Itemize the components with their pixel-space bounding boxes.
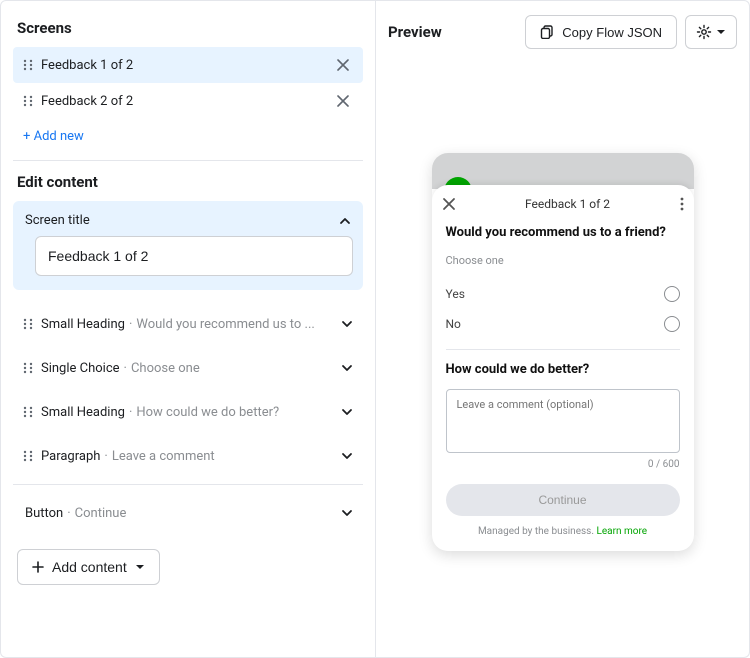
drag-handle-icon[interactable] xyxy=(23,406,33,418)
content-summary: Paragraph · Leave a comment xyxy=(41,449,333,464)
learn-more-link[interactable]: Learn more xyxy=(596,526,647,537)
gear-icon xyxy=(696,24,712,40)
delete-screen-icon[interactable] xyxy=(333,55,353,75)
radio-label: Yes xyxy=(446,287,465,301)
caret-down-icon xyxy=(716,27,726,37)
phone-topbar: Feedback 1 of 2 xyxy=(432,185,694,223)
more-icon[interactable] xyxy=(680,197,684,211)
content-row-button[interactable]: Button · Continue xyxy=(13,491,363,535)
question-heading: How could we do better? xyxy=(446,362,680,377)
dot-separator: · xyxy=(129,317,132,332)
chevron-down-icon xyxy=(341,406,353,418)
phone-title: Feedback 1 of 2 xyxy=(456,197,680,211)
add-screen-button[interactable]: + Add new xyxy=(13,119,363,148)
screen-title-header[interactable]: Screen title xyxy=(23,207,353,236)
drag-handle-icon[interactable] xyxy=(23,450,33,462)
radio-circle-icon xyxy=(664,286,680,302)
dot-separator: · xyxy=(104,449,107,464)
editor-panel: Screens Feedback 1 of 2 Feedback 2 of 2 … xyxy=(1,1,376,657)
divider xyxy=(13,484,363,485)
content-row[interactable]: Paragraph · Leave a comment xyxy=(13,434,363,478)
content-preview: Leave a comment xyxy=(112,449,215,464)
content-summary: Small Heading · How could we do better? xyxy=(41,405,333,420)
add-content-label: Add content xyxy=(52,559,127,575)
screen-title-block: Screen title xyxy=(13,201,363,290)
preview-header: Preview Copy Flow JSON xyxy=(388,15,737,49)
phone-preview-area: Feedback 1 of 2 Would you recommend us t… xyxy=(388,57,737,643)
dot-separator: · xyxy=(129,405,132,420)
screen-title-label: Screen title xyxy=(25,213,90,228)
add-content-button[interactable]: Add content xyxy=(17,549,160,585)
drag-handle-icon[interactable] xyxy=(23,318,33,330)
managed-text: Managed by the business. xyxy=(478,526,597,537)
comment-input[interactable] xyxy=(446,389,680,453)
content-kind: Small Heading xyxy=(41,405,125,420)
content-row[interactable]: Small Heading · Would you recommend us t… xyxy=(13,302,363,346)
plus-icon xyxy=(32,561,44,573)
content-kind: Small Heading xyxy=(41,317,125,332)
screen-label: Feedback 1 of 2 xyxy=(41,58,325,73)
continue-button[interactable]: Continue xyxy=(446,484,680,516)
content-row[interactable]: Small Heading · How could we do better? xyxy=(13,390,363,434)
drag-handle-icon[interactable] xyxy=(23,59,33,71)
screens-heading: Screens xyxy=(13,19,363,37)
edit-content-heading: Edit content xyxy=(13,173,363,191)
dot-separator: · xyxy=(124,361,127,376)
chevron-up-icon xyxy=(339,215,351,227)
preview-heading: Preview xyxy=(388,23,525,41)
phone-body: Would you recommend us to a friend? Choo… xyxy=(432,223,694,551)
app-root: Screens Feedback 1 of 2 Feedback 2 of 2 … xyxy=(0,0,750,658)
copy-button-label: Copy Flow JSON xyxy=(562,25,662,40)
radio-option-no[interactable]: No xyxy=(446,309,680,339)
choose-one-label: Choose one xyxy=(446,254,680,267)
content-preview: Continue xyxy=(75,506,127,521)
preview-panel: Preview Copy Flow JSON xyxy=(376,1,749,657)
screen-row[interactable]: Feedback 2 of 2 xyxy=(13,83,363,119)
phone-modal: Feedback 1 of 2 Would you recommend us t… xyxy=(432,185,694,551)
copy-flow-json-button[interactable]: Copy Flow JSON xyxy=(525,15,677,49)
drag-handle-icon[interactable] xyxy=(23,95,33,107)
content-kind: Button xyxy=(25,506,63,521)
screen-row[interactable]: Feedback 1 of 2 xyxy=(13,47,363,83)
managed-footer: Managed by the business. Learn more xyxy=(446,526,680,537)
screen-title-input[interactable] xyxy=(35,236,353,276)
chevron-down-icon xyxy=(341,507,353,519)
screen-label: Feedback 2 of 2 xyxy=(41,94,325,109)
content-row[interactable]: Single Choice · Choose one xyxy=(13,346,363,390)
content-summary: Single Choice · Choose one xyxy=(41,361,333,376)
chevron-down-icon xyxy=(341,450,353,462)
divider xyxy=(13,160,363,161)
content-preview: Would you recommend us to ... xyxy=(136,317,314,332)
radio-option-yes[interactable]: Yes xyxy=(446,279,680,309)
settings-button[interactable] xyxy=(685,15,737,49)
radio-label: No xyxy=(446,317,461,331)
phone-status-bar xyxy=(432,153,694,189)
close-icon[interactable] xyxy=(442,197,456,211)
chevron-down-icon xyxy=(341,362,353,374)
drag-handle-icon[interactable] xyxy=(23,362,33,374)
content-summary: Small Heading · Would you recommend us t… xyxy=(41,317,333,332)
content-summary: Button · Continue xyxy=(23,506,333,521)
caret-down-icon xyxy=(135,562,145,572)
content-preview: Choose one xyxy=(131,361,200,376)
chevron-down-icon xyxy=(341,318,353,330)
char-counter: 0 / 600 xyxy=(446,459,680,470)
dot-separator: · xyxy=(67,506,70,521)
content-kind: Single Choice xyxy=(41,361,120,376)
content-preview: How could we do better? xyxy=(136,405,279,420)
copy-icon xyxy=(540,25,554,39)
content-kind: Paragraph xyxy=(41,449,100,464)
question-heading: Would you recommend us to a friend? xyxy=(446,225,680,240)
radio-circle-icon xyxy=(664,316,680,332)
divider xyxy=(446,349,680,350)
phone-frame: Feedback 1 of 2 Would you recommend us t… xyxy=(432,153,694,551)
delete-screen-icon[interactable] xyxy=(333,91,353,111)
